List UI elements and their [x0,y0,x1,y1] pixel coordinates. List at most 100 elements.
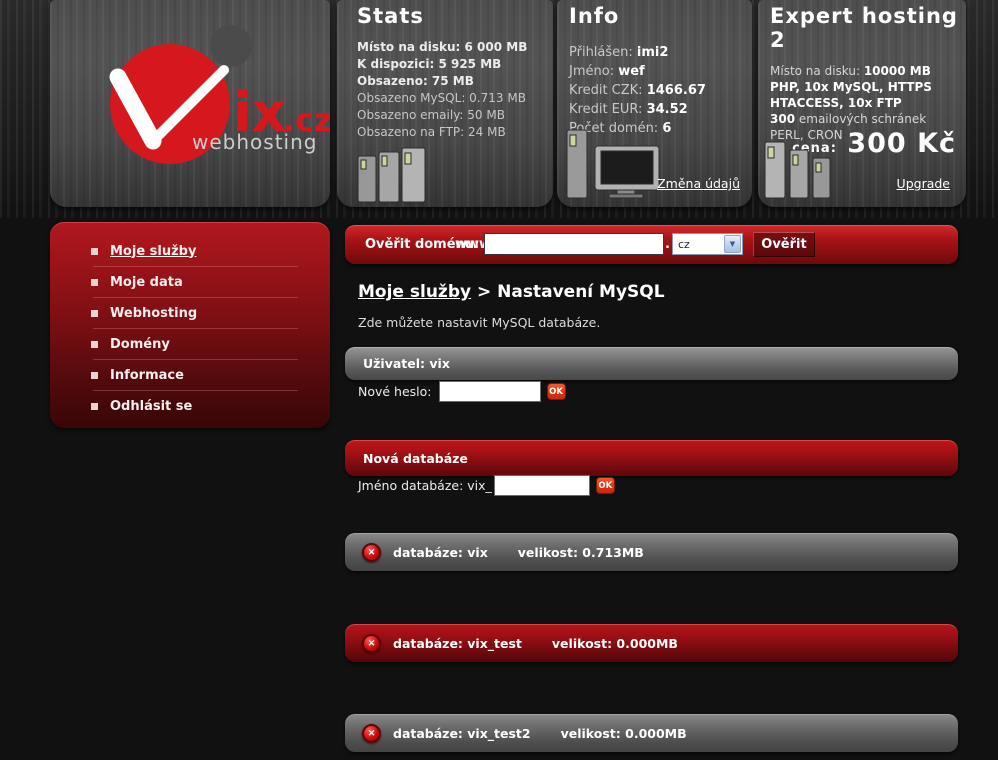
plan-line: HTACCESS, 10x FTP [770,95,966,111]
sidebar-item-label: Moje služby [110,244,196,259]
sidebar-item-label: Informace [110,368,184,383]
plan-mail-text: emailových schránek [795,112,926,126]
database-ok-button[interactable]: OK [596,477,615,494]
sidebar-item-moje-data[interactable]: Moje data [50,267,330,297]
database-name: databáze: vix_test2 [393,726,531,741]
new-password-input[interactable] [439,381,541,402]
database-size: velikost: 0.000MB [552,636,678,651]
stats-line: Místo na disku: 6 000 MB [357,39,553,56]
vix-logo: ix .cz webhosting [50,0,330,207]
bullet-icon [91,279,98,286]
logo-panel: ix .cz webhosting [50,0,330,207]
new-database-bar: Nová databáze [345,440,958,476]
bullet-icon [91,310,98,317]
stats-line: Obsazeno emaily: 50 MB [357,107,553,124]
stats-line: Obsazeno MySQL: 0.713 MB [357,90,553,107]
info-row: Kredit CZK: 1466.67 [569,81,752,100]
info-value: 34.52 [647,102,688,117]
sidebar-menu: Moje služby Moje data Webhosting Domény … [50,222,330,428]
intro-text: Zde můžete nastavit MySQL databáze. [358,315,600,330]
sidebar-item-label: Moje data [110,275,183,290]
stats-line: Obsazeno: 75 MB [357,73,553,90]
user-bar-label: Uživatel: vix [363,356,450,371]
info-row: Jméno: wef [569,62,752,81]
password-ok-button[interactable]: OK [547,383,566,400]
new-password-label: Nové heslo: [358,384,432,399]
plan-line: 300 emailových schránek [770,111,966,127]
servers-stack-icon [764,140,850,200]
sidebar-item-informace[interactable]: Informace [50,360,330,390]
delete-database-icon[interactable]: ✕ [362,634,381,653]
sidebar-item-moje-sluzby[interactable]: Moje služby [50,236,330,266]
database-size: velikost: 0.000MB [561,726,687,741]
sidebar-item-webhosting[interactable]: Webhosting [50,298,330,328]
database-size: velikost: 0.713MB [518,545,644,560]
stats-panel: Stats Místo na disku: 6 000 MB K dispozi… [337,0,553,207]
info-label: Přihlášen: [569,45,637,60]
tld-selected-value: cz [678,238,690,251]
plan-panel: Expert hosting 2 Místo na disku: 10000 M… [758,0,966,207]
database-row: ✕ databáze: vix_test velikost: 0.000MB [345,624,958,662]
delete-database-icon[interactable]: ✕ [362,543,381,562]
info-value: imi2 [637,45,669,60]
plan-disk-label: Místo na disku: [770,64,864,78]
database-name: databáze: vix [393,545,488,560]
sidebar-item-label: Webhosting [110,306,197,321]
info-label: Kredit EUR: [569,102,647,117]
computer-icon [565,128,665,202]
bullet-icon [91,403,98,410]
verify-button[interactable]: Ověřit [753,232,815,257]
breadcrumb-separator: > [471,282,497,302]
change-details-link[interactable]: Změna údajů [657,176,740,191]
info-title: Info [569,4,752,28]
delete-database-icon[interactable]: ✕ [362,724,381,743]
breadcrumb: Moje služby > Nastavení MySQL [358,282,665,302]
chevron-down-icon: ▼ [724,235,741,253]
logo-notch [210,25,252,67]
breadcrumb-link[interactable]: Moje služby [358,282,471,302]
stats-title: Stats [357,4,553,28]
stats-lines: Místo na disku: 6 000 MB K dispozici: 5 … [357,39,553,141]
info-panel: Info Přihlášen: imi2 Jméno: wef Kredit C… [557,0,752,207]
tld-select[interactable]: cz ▼ [672,233,743,255]
new-database-row: Jméno databáze: vix_ OK [358,475,615,496]
domain-check-bar: Ověřit doménu: www. . cz ▼ Ověřit [345,225,958,264]
plan-features-2: HTACCESS, 10x FTP [770,96,902,110]
info-value: wef [618,64,644,79]
info-label: Jméno: [569,64,618,79]
upgrade-link[interactable]: Upgrade [897,176,950,191]
dot-separator: . [665,237,670,252]
bullet-icon [91,372,98,379]
plan-line: PHP, 10x MySQL, HTTPS [770,79,966,95]
page-title: Nastavení MySQL [497,282,664,302]
logo-tagline-text: webhosting [192,130,317,154]
user-bar: Uživatel: vix [345,347,958,380]
database-name: databáze: vix_test [393,636,522,651]
sidebar-item-odhlasit-se[interactable]: Odhlásit se [50,391,330,421]
database-row: ✕ databáze: vix velikost: 0.713MB [345,533,958,571]
info-row: Přihlášen: imi2 [569,43,752,62]
info-row: Kredit EUR: 34.52 [569,100,752,119]
info-label: Kredit CZK: [569,83,647,98]
new-database-label: Jméno databáze: vix_ [358,478,492,493]
new-database-bar-label: Nová databáze [363,451,468,466]
sidebar-item-domeny[interactable]: Domény [50,329,330,359]
info-value: 1466.67 [647,83,706,98]
database-row: ✕ databáze: vix_test2 velikost: 0.000MB [345,714,958,752]
page: ix .cz webhosting Stats Místo na disku: … [0,0,998,760]
price-value: 300 Kč [837,128,956,159]
stats-line: Obsazeno na FTP: 24 MB [357,124,553,141]
stats-line: K dispozici: 5 925 MB [357,56,553,73]
plan-title: Expert hosting 2 [770,4,966,52]
new-password-row: Nové heslo: OK [358,381,566,402]
domain-input[interactable] [484,233,664,255]
bullet-icon [91,248,98,255]
plan-disk-value: 10000 MB [864,64,931,78]
new-database-input[interactable] [494,475,590,496]
plan-mail-count: 300 [770,112,795,126]
plan-line: Místo na disku: 10000 MB [770,63,966,79]
plan-features-1: PHP, 10x MySQL, HTTPS [770,80,932,94]
sidebar-item-label: Odhlásit se [110,399,192,414]
bullet-icon [91,341,98,348]
info-rows: Přihlášen: imi2 Jméno: wef Kredit CZK: 1… [569,43,752,138]
